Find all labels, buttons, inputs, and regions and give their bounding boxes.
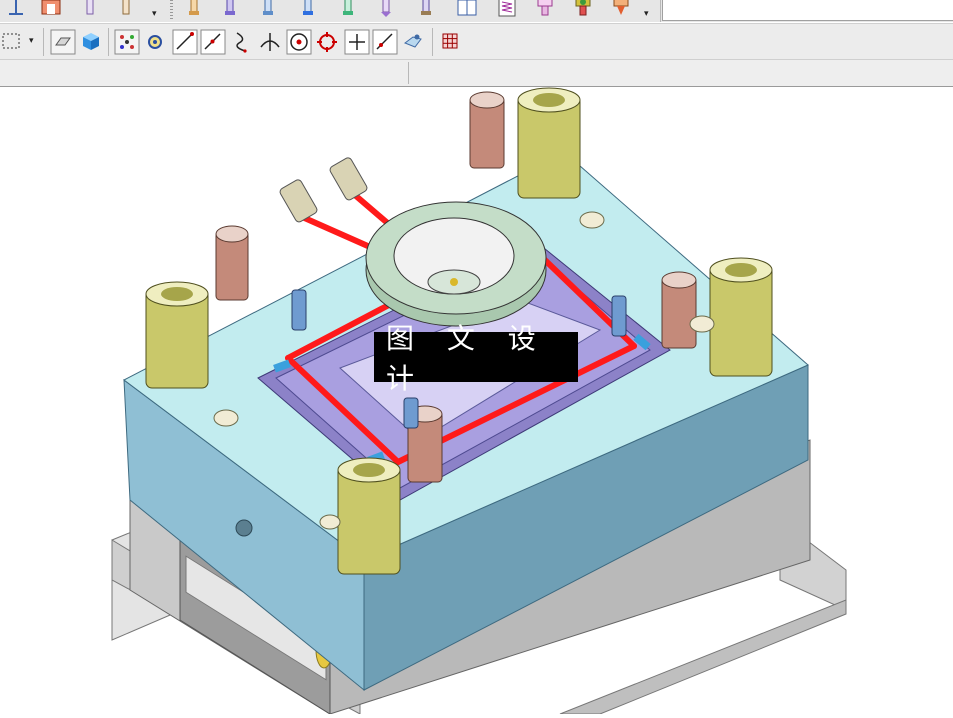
quadrant-icon[interactable] xyxy=(314,29,340,55)
sketch-point-icon[interactable] xyxy=(4,0,30,20)
cooling-plug-icon[interactable] xyxy=(570,0,596,20)
watermark-label: 图 文 设 计 xyxy=(374,322,578,395)
face-point-icon[interactable] xyxy=(400,29,426,55)
spring-icon[interactable] xyxy=(494,0,520,20)
sprue-bushing-icon[interactable] xyxy=(532,0,558,20)
grid-icon[interactable] xyxy=(438,29,464,55)
shaded-cube-icon[interactable] xyxy=(78,29,104,55)
ejector-pin-icon[interactable] xyxy=(218,0,244,20)
insert-component-icon[interactable] xyxy=(38,0,64,20)
toolbar-separator xyxy=(660,0,661,22)
ejector-pin-icon[interactable] xyxy=(256,0,282,20)
toolbar-row-selection-snap: ▾ xyxy=(0,23,953,60)
toolbar-grip[interactable] xyxy=(170,0,173,20)
mold-assembly-model xyxy=(111,87,847,715)
ejector-pin-icon[interactable] xyxy=(374,0,400,20)
curve-icon[interactable] xyxy=(229,29,255,55)
ejector-pin-icon[interactable] xyxy=(336,0,362,20)
dropdown-arrow-icon[interactable]: ▾ xyxy=(644,9,649,19)
hide-body-icon[interactable] xyxy=(50,29,76,55)
toolbar-separator xyxy=(432,28,433,56)
pin-icon[interactable] xyxy=(78,0,104,20)
selection-box-icon[interactable] xyxy=(0,29,26,55)
ejector-pin-icon[interactable] xyxy=(296,0,322,20)
toolbar-separator xyxy=(108,28,109,56)
toolbar-separator xyxy=(408,62,409,84)
plate-bolt-hole xyxy=(235,519,253,537)
snap-points-icon[interactable] xyxy=(114,29,140,55)
toolbar-row-empty xyxy=(0,59,953,87)
pin-icon[interactable] xyxy=(114,0,140,20)
ejector-pin-icon[interactable] xyxy=(182,0,208,20)
graphics-viewport[interactable]: 图 文 设 计 xyxy=(0,86,953,715)
line-midpoint-icon[interactable] xyxy=(200,29,226,55)
book-icon[interactable] xyxy=(454,0,480,20)
toolbar-empty-area xyxy=(662,0,953,21)
point-on-curve-icon[interactable] xyxy=(372,29,398,55)
intersection-icon[interactable] xyxy=(257,29,283,55)
circle-center-icon[interactable] xyxy=(286,29,312,55)
line-endpoint-icon[interactable] xyxy=(172,29,198,55)
toolbar-separator xyxy=(43,28,44,56)
water-connector xyxy=(279,157,368,223)
sprue-hole xyxy=(450,278,458,286)
dropdown-arrow-icon[interactable]: ▾ xyxy=(29,36,34,46)
toolbar-row-mold-components: ▾ ▾ xyxy=(0,0,953,22)
gate-icon[interactable] xyxy=(608,0,634,20)
ejector-pin-icon[interactable] xyxy=(414,0,440,20)
snap-gear-icon[interactable] xyxy=(142,29,168,55)
cross-point-icon[interactable] xyxy=(344,29,370,55)
dropdown-arrow-icon[interactable]: ▾ xyxy=(152,9,157,19)
